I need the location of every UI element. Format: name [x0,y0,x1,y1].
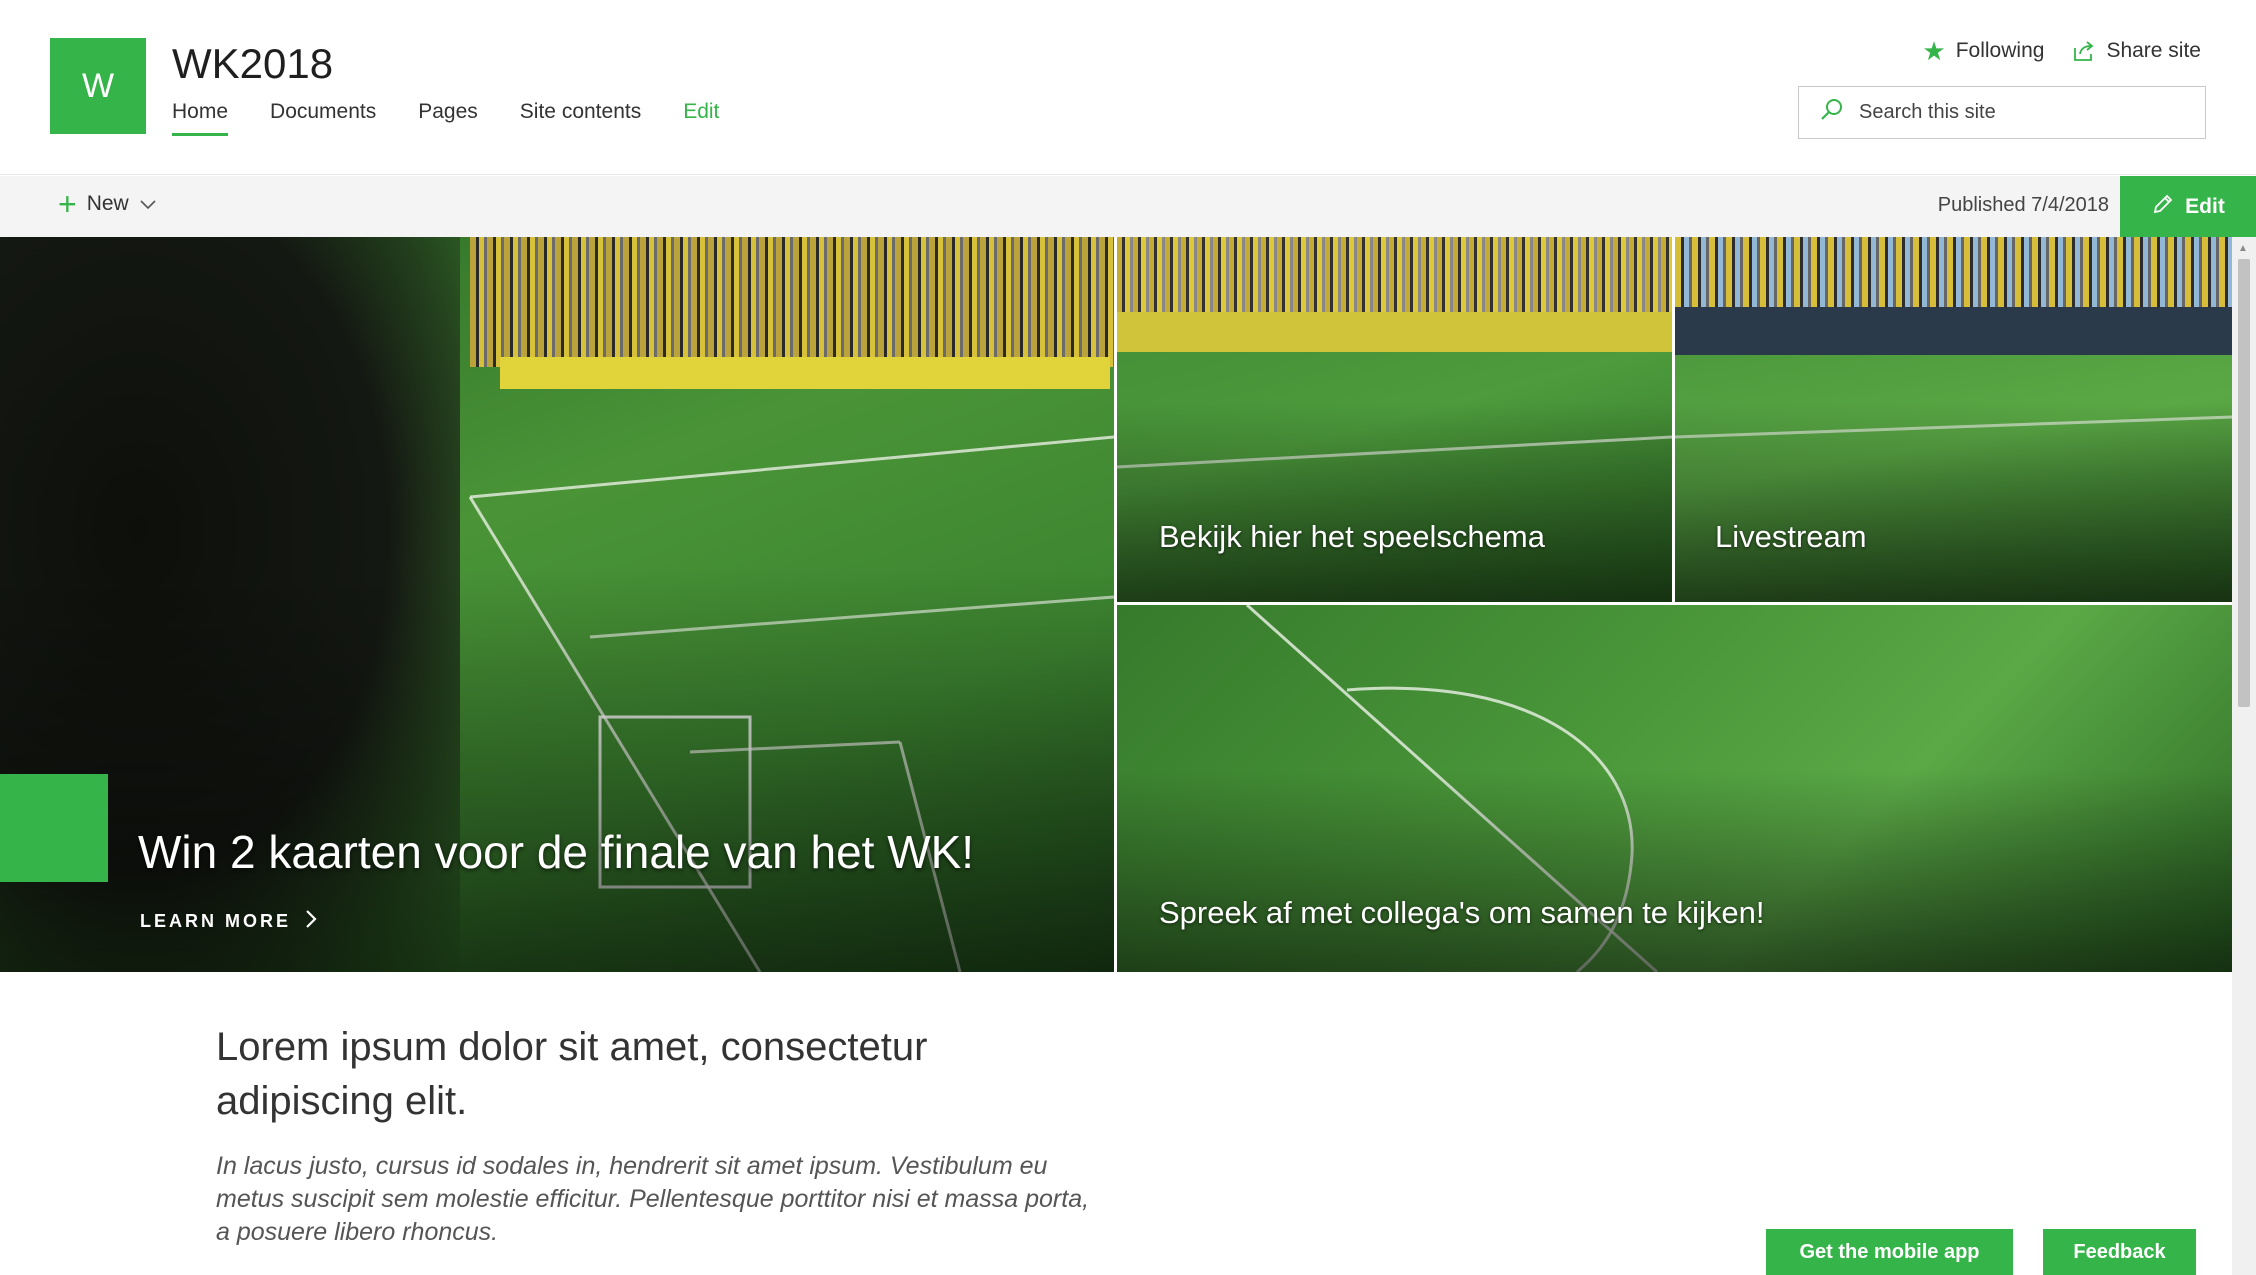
hero-accent-block [0,774,108,882]
feedback-button[interactable]: Feedback [2043,1229,2196,1275]
new-label: New [86,192,129,215]
scrollbar-thumb[interactable] [2238,259,2250,707]
share-icon [2072,40,2096,62]
hero-tile-schedule-label: Bekijk hier het speelschema [1159,519,1545,554]
chevron-right-icon [305,909,317,934]
site-header: W WK2018 Home Documents Pages Site conte… [0,0,2256,175]
nav-item-documents[interactable]: Documents [270,100,376,136]
edit-label: Edit [2185,194,2225,218]
command-bar: + New Published 7/4/2018 Edit [0,176,2256,237]
share-site-button[interactable]: Share site [2072,39,2201,63]
header-actions: ★ Following Share site [1922,38,2201,64]
search-placeholder: Search this site [1859,101,1996,123]
learn-more-link[interactable]: LEARN MORE [140,909,317,934]
hero-section: Win 2 kaarten voor de finale van het WK!… [0,237,2232,972]
star-icon: ★ [1922,36,1946,66]
page-scrollbar[interactable]: ▲ [2232,237,2256,1275]
hero-tile-livestream[interactable]: Livestream [1675,237,2232,602]
site-title[interactable]: WK2018 [172,40,333,88]
new-button[interactable]: + New [58,186,157,222]
hero-tile-watch-together[interactable]: Spreek af met collega's om samen te kijk… [1117,605,2232,972]
edit-page-button[interactable]: Edit [2120,176,2256,237]
search-input[interactable]: Search this site [1798,86,2206,139]
scroll-up-arrow-icon[interactable]: ▲ [2238,243,2248,254]
nav-item-site-contents[interactable]: Site contents [520,100,641,136]
chevron-down-icon [139,198,157,210]
hero-tile-watch-together-label: Spreek af met collega's om samen te kijk… [1159,895,1765,930]
pencil-icon [2151,192,2175,222]
content-body-text: In lacus justo, cursus id sodales in, he… [216,1152,1090,1246]
nav-item-pages[interactable]: Pages [418,100,478,136]
following-button[interactable]: ★ Following [1922,38,2044,64]
share-site-label: Share site [2106,39,2201,62]
nav-item-home[interactable]: Home [172,100,229,136]
get-mobile-app-button[interactable]: Get the mobile app [1766,1229,2013,1275]
following-label: Following [1955,39,2045,62]
nav-edit-link[interactable]: Edit [683,100,719,136]
hero-tile-livestream-label: Livestream [1715,519,1867,554]
search-icon [1819,97,1845,128]
text-content-section: Lorem ipsum dolor sit amet, consectetur … [216,1020,1116,1249]
learn-more-label: LEARN MORE [140,911,291,931]
hero-main-tile[interactable]: Win 2 kaarten voor de finale van het WK!… [0,237,1114,972]
published-status: Published 7/4/2018 [1937,194,2109,216]
hero-main-title[interactable]: Win 2 kaarten voor de finale van het WK! [138,825,974,879]
site-logo[interactable]: W [50,38,146,134]
plus-icon: + [58,186,77,222]
hero-tile-schedule[interactable]: Bekijk hier het speelschema [1117,237,1672,602]
site-navigation: Home Documents Pages Site contents Edit [172,100,761,136]
content-heading: Lorem ipsum dolor sit amet, consectetur … [216,1025,928,1123]
